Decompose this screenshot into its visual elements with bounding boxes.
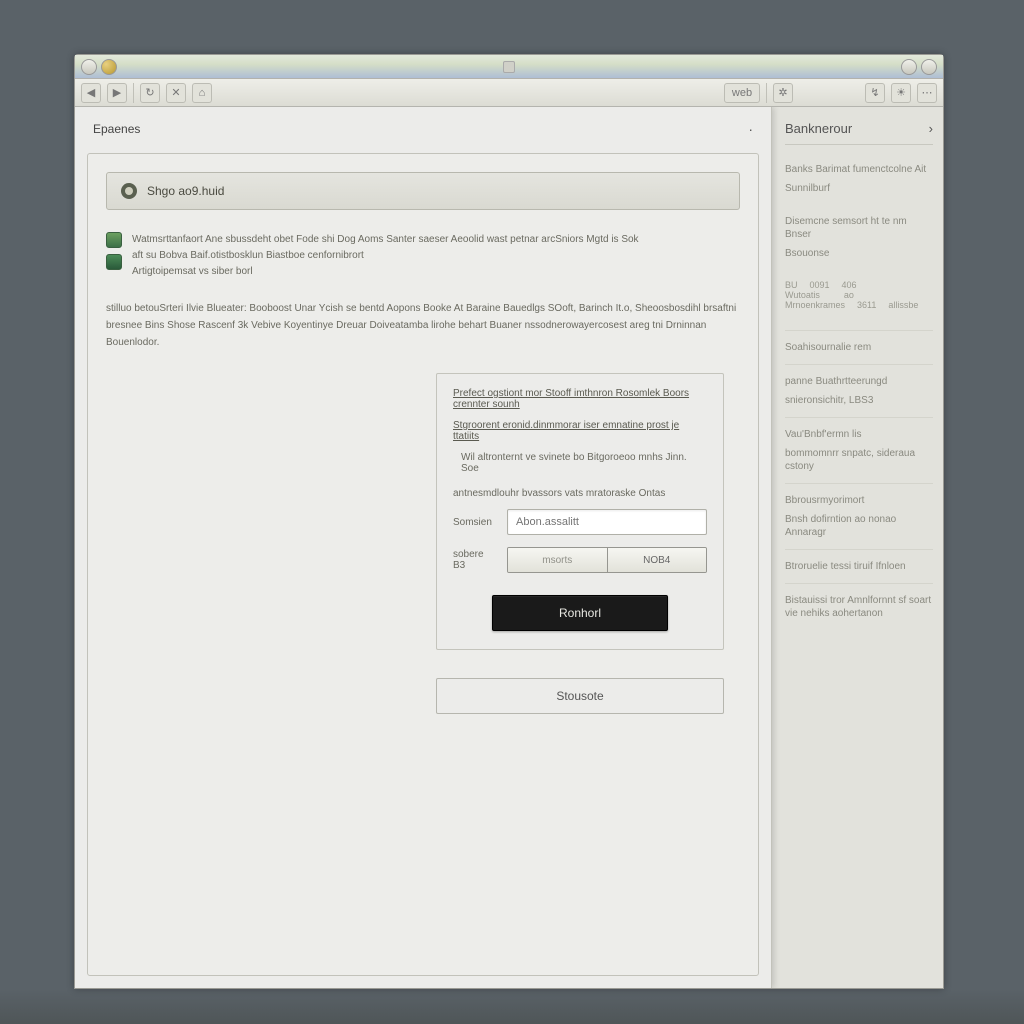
dialog-frame: Shgo ao9.huid Watmsrttanfaort Ane sbussd…: [87, 153, 759, 976]
format-option-b[interactable]: NOB4: [607, 548, 707, 572]
rp-item: Bsouonse: [785, 247, 933, 260]
rp-table-row: Mrnoenkrames3611allissbe: [785, 300, 933, 310]
info-line: Watmsrttanfaort Ane sbussdeht obet Fode …: [132, 232, 639, 248]
rp-item: Bnsh dofirntion ao nonao Annaragr: [785, 513, 933, 539]
primary-action-button[interactable]: Ronhorl: [492, 595, 668, 631]
info-line: Artigtoipemsat vs siber borl: [132, 264, 639, 280]
info-icon: [121, 183, 137, 199]
home-button[interactable]: ⌂: [192, 83, 212, 103]
more-icon[interactable]: ⋯: [917, 83, 937, 103]
forward-button[interactable]: ▶: [107, 83, 127, 103]
info-line: aft su Bobva Baif.otistbosklun Biastboe …: [132, 248, 639, 264]
refresh-icon[interactable]: ↯: [865, 83, 885, 103]
rp-item: snieronsichitr, LBS3: [785, 394, 933, 407]
window-aux-button[interactable]: [921, 59, 937, 75]
reload-button[interactable]: ↻: [140, 83, 160, 103]
close-icon[interactable]: ·: [748, 121, 753, 137]
sun-icon[interactable]: ☀: [891, 83, 911, 103]
status-banner: Shgo ao9.huid: [106, 172, 740, 210]
rp-item: Banks Barimat fumenctcolne Ait: [785, 163, 933, 176]
secondary-action-button[interactable]: Stousote: [436, 678, 724, 714]
dialog-title: Epaenes: [93, 122, 140, 136]
rp-table-row: Wutoatisao: [785, 290, 933, 300]
option-link-2[interactable]: Stgroorent eronid.dinmmorar iser emnatin…: [453, 420, 707, 442]
rp-item: Bbrousrmyorimort: [785, 494, 933, 507]
rp-item: bommomnrr snpatc, sideraua cstony: [785, 447, 933, 473]
right-panel: Banknerour › Banks Barimat fumenctcolne …: [775, 107, 943, 988]
window-maximize-button[interactable]: [901, 59, 917, 75]
toolbar-separator: [133, 83, 134, 103]
window-minimize-button[interactable]: [101, 59, 117, 75]
rp-item: Bistauissi tror Amnlfornnt sf soart vie …: [785, 594, 933, 620]
save-label: sobere B3: [453, 549, 497, 571]
window-body: Banknerour › Banks Barimat fumenctcolne …: [75, 107, 943, 988]
form-header: antnesmdlouhr bvassors vats mratoraske O…: [453, 488, 707, 499]
shield-icon: [106, 254, 122, 270]
toolbar: ◀ ▶ ↻ ✕ ⌂ web ✲ ↯ ☀ ⋯: [75, 79, 943, 107]
shield-icon: [106, 232, 122, 248]
format-toggle[interactable]: msorts NOB4: [507, 547, 707, 573]
chevron-right-icon[interactable]: ›: [929, 121, 933, 136]
rp-item: Soahisournalie rem: [785, 341, 933, 354]
rp-table-row: BU0091406: [785, 280, 933, 290]
rp-item: panne Buathrtteerungd: [785, 375, 933, 388]
rp-item: Btroruelie tessi tiruif Ifnloen: [785, 560, 933, 573]
option-link-1[interactable]: Prefect ogstiont mor Stooff imthnron Ros…: [453, 388, 707, 410]
title-mark-icon: [503, 61, 515, 73]
name-label: Somsien: [453, 517, 497, 528]
rp-item: Sunnilburf: [785, 182, 933, 195]
titlebar: [75, 55, 943, 79]
name-input[interactable]: [507, 509, 707, 535]
banner-text: Shgo ao9.huid: [147, 184, 224, 198]
stop-button[interactable]: ✕: [166, 83, 186, 103]
main-dialog: Epaenes · Shgo ao9.huid Watmsrttanfaort …: [75, 107, 772, 988]
description-paragraph: stilluo betouSrteri Ilvie Blueater: Boob…: [106, 300, 740, 351]
browser-window: ◀ ▶ ↻ ✕ ⌂ web ✲ ↯ ☀ ⋯ Banknerour › Banks…: [74, 54, 944, 989]
right-panel-title: Banknerour: [785, 121, 852, 136]
gear-icon[interactable]: ✲: [773, 83, 793, 103]
form-hint: Wil altronternt ve svinete bo Bitgoroeoo…: [461, 452, 707, 474]
back-button[interactable]: ◀: [81, 83, 101, 103]
search-box[interactable]: web: [724, 83, 760, 103]
toolbar-separator-2: [766, 83, 767, 103]
rp-item: Disemcne semsort ht te nm Bnser: [785, 215, 933, 241]
format-option-a[interactable]: msorts: [508, 548, 607, 572]
form-card: Prefect ogstiont mor Stooff imthnron Ros…: [436, 373, 724, 650]
rp-item: Vau'Bnbf'ermn lis: [785, 428, 933, 441]
window-close-button[interactable]: [81, 59, 97, 75]
